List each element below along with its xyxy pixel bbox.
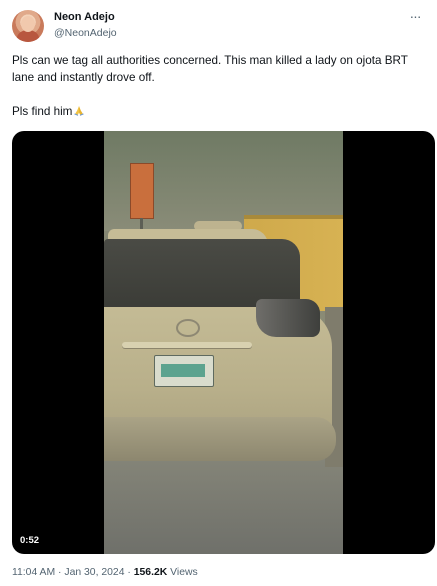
license-plate [154, 355, 214, 387]
views-count: 156.2K [133, 567, 168, 578]
meta-separator-2: · [127, 567, 131, 578]
folded-hands-icon [74, 106, 85, 116]
tweet-text-line-2: Pls find him [12, 103, 424, 120]
billboard [130, 163, 154, 258]
video-duration: 0:52 [20, 535, 40, 546]
avatar[interactable] [12, 10, 44, 42]
video-player[interactable]: 0:52 [12, 131, 435, 554]
tweet-date[interactable]: Jan 30, 2024 [64, 567, 124, 578]
author-name[interactable]: Neon Adejo [54, 11, 115, 23]
video-frame [104, 131, 343, 554]
car-emblem [176, 319, 200, 337]
tweet-text-line-2-content: Pls find him [12, 105, 73, 118]
tweet-text-line-1: Pls can we tag all authorities concerned… [12, 54, 408, 84]
car-rear [104, 221, 336, 487]
tweet-text: Pls can we tag all authorities concerned… [12, 52, 424, 120]
tweet-meta: 11:04 AM · Jan 30, 2024 · 156.2K Views [12, 567, 198, 578]
meta-separator: · [58, 567, 62, 578]
author-handle[interactable]: @NeonAdejo [54, 27, 117, 39]
views-label: Views [170, 567, 198, 578]
tail-light [256, 299, 320, 337]
tweet-header: Neon Adejo @NeonAdejo ··· [12, 9, 425, 44]
more-options-button[interactable]: ··· [405, 9, 425, 26]
rear-bumper [104, 417, 336, 461]
tweet-time[interactable]: 11:04 AM [12, 567, 55, 578]
